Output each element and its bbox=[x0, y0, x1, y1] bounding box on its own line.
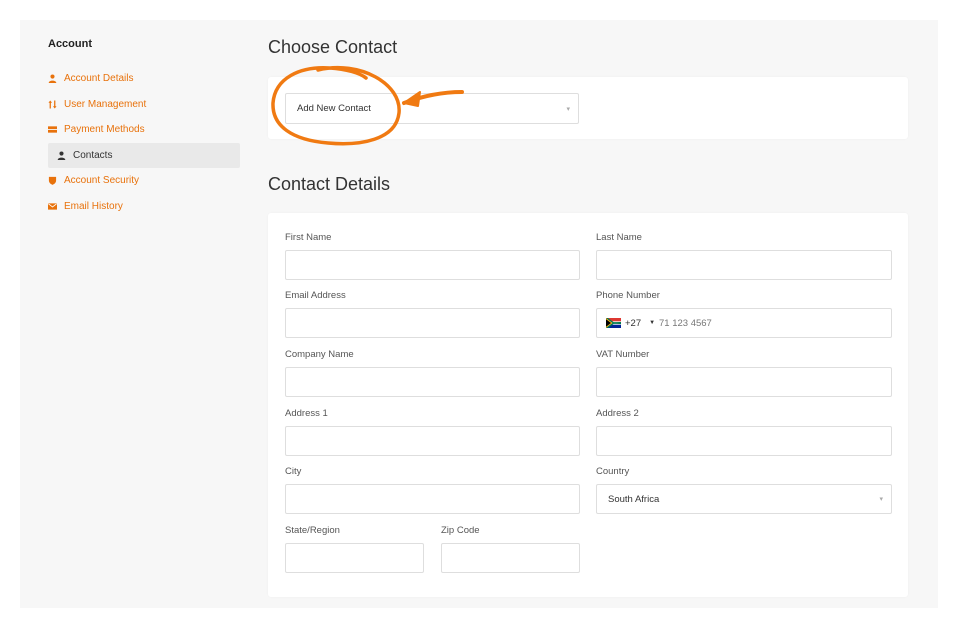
phone-number-input[interactable] bbox=[659, 309, 891, 337]
contact-details-card: First Name Last Name Email Address Phone… bbox=[268, 213, 908, 597]
address1-label: Address 1 bbox=[285, 408, 328, 419]
phone-country-code: +27 bbox=[625, 317, 642, 329]
address2-label: Address 2 bbox=[596, 408, 639, 419]
sidebar-item-payment-methods[interactable]: Payment Methods bbox=[48, 117, 240, 142]
sort-arrows-icon bbox=[48, 99, 64, 109]
user-icon bbox=[57, 150, 73, 160]
state-label: State/Region bbox=[285, 525, 340, 536]
credit-card-icon bbox=[48, 125, 64, 134]
app-panel: Account Account Details User Management … bbox=[20, 20, 938, 608]
last-name-input[interactable] bbox=[596, 250, 892, 280]
sidebar-item-label: Account Details bbox=[64, 73, 134, 84]
choose-contact-title: Choose Contact bbox=[268, 37, 398, 57]
address1-input[interactable] bbox=[285, 426, 580, 456]
chevron-down-icon: ▾ bbox=[566, 105, 570, 113]
sidebar-item-label: Payment Methods bbox=[64, 124, 145, 135]
chevron-down-icon: ▾ bbox=[879, 496, 883, 503]
country-label: Country bbox=[596, 466, 630, 477]
country-select-value: South Africa bbox=[608, 493, 660, 505]
sidebar-title: Account bbox=[48, 38, 92, 50]
user-icon bbox=[48, 74, 64, 83]
choose-contact-card: Add New Contact ▾ bbox=[268, 77, 908, 139]
sidebar-item-label: Contacts bbox=[73, 149, 113, 161]
phone-country-selector[interactable]: +27 ▼ bbox=[597, 309, 659, 337]
caret-down-icon: ▼ bbox=[649, 320, 656, 326]
phone-label: Phone Number bbox=[596, 290, 660, 301]
vat-input[interactable] bbox=[596, 367, 892, 397]
last-name-label: Last Name bbox=[596, 232, 642, 243]
address2-input[interactable] bbox=[596, 426, 892, 456]
zip-label: Zip Code bbox=[441, 525, 480, 536]
email-field[interactable] bbox=[285, 308, 580, 338]
sidebar-item-account-security[interactable]: Account Security bbox=[48, 168, 240, 193]
sidebar-item-email-history[interactable]: Email History bbox=[48, 194, 240, 219]
sidebar-item-label: Email History bbox=[64, 200, 123, 212]
first-name-label: First Name bbox=[285, 232, 332, 243]
sidebar-item-contacts[interactable]: Contacts bbox=[48, 142, 240, 168]
sidebar-item-account-details[interactable]: Account Details bbox=[48, 66, 240, 91]
first-name-input[interactable] bbox=[285, 250, 580, 280]
city-input[interactable] bbox=[285, 484, 580, 514]
sidebar-item-label: Account Security bbox=[64, 175, 140, 186]
email-label: Email Address bbox=[285, 290, 346, 301]
country-select[interactable]: South Africa ▾ bbox=[596, 484, 892, 514]
envelope-icon bbox=[48, 202, 64, 211]
zip-input[interactable] bbox=[441, 543, 580, 573]
sidebar-item-user-management[interactable]: User Management bbox=[48, 92, 240, 117]
phone-field: +27 ▼ bbox=[596, 308, 892, 338]
south-africa-flag-icon bbox=[606, 318, 621, 328]
shield-icon bbox=[48, 176, 64, 185]
sidebar-item-label: User Management bbox=[64, 98, 147, 110]
company-label: Company Name bbox=[285, 349, 354, 360]
sidebar: Account Account Details User Management … bbox=[48, 38, 240, 219]
company-input[interactable] bbox=[285, 367, 580, 397]
contact-details-title: Contact Details bbox=[268, 174, 391, 194]
contact-select[interactable]: Add New Contact ▾ bbox=[285, 93, 579, 124]
vat-label: VAT Number bbox=[596, 349, 650, 360]
city-label: City bbox=[285, 466, 302, 477]
contact-select-value: Add New Contact bbox=[297, 103, 371, 114]
state-input[interactable] bbox=[285, 543, 424, 573]
